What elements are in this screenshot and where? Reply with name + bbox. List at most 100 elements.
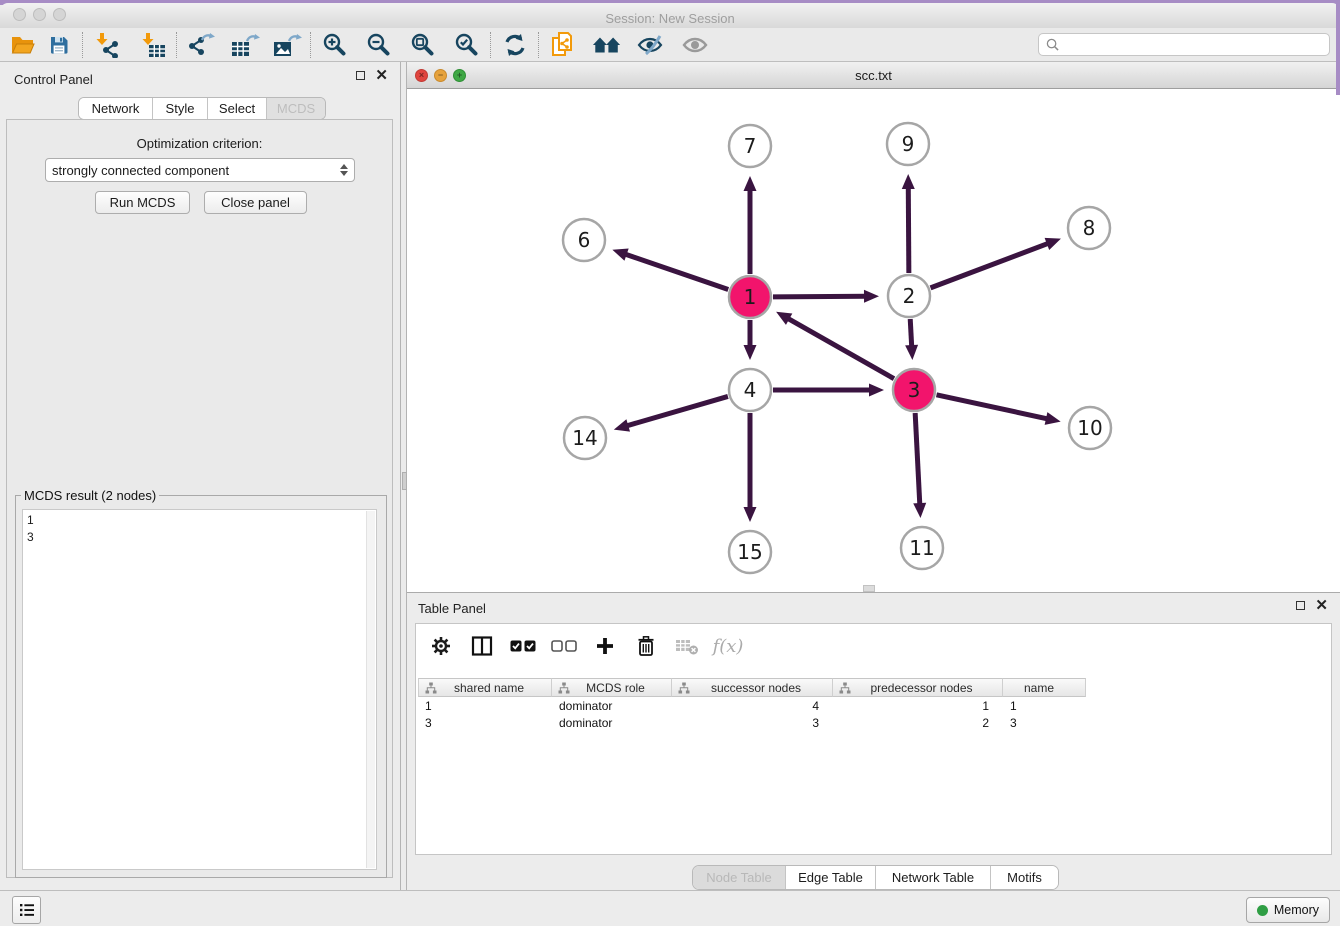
table-row[interactable]: 3dominator323	[418, 714, 1086, 731]
search-field[interactable]	[1038, 33, 1330, 56]
table-cell[interactable]: dominator	[552, 714, 672, 731]
table-cell[interactable]: 3	[1003, 714, 1086, 731]
import-network-icon[interactable]	[92, 30, 122, 60]
table-cell[interactable]: 1	[833, 697, 1003, 714]
import-table-icon[interactable]	[138, 30, 168, 60]
graph-node-label: 6	[578, 228, 591, 252]
table-panel-tabs: Node Table Edge Table Network Table Moti…	[692, 865, 1059, 890]
edge-1-6[interactable]	[624, 254, 729, 290]
tab-mcds[interactable]: MCDS	[267, 98, 325, 119]
export-network-icon[interactable]	[186, 30, 216, 60]
control-panel-float-icon[interactable]	[356, 71, 365, 80]
table-panel-close-icon[interactable]: ✕	[1315, 601, 1328, 610]
edge-3-10[interactable]	[936, 395, 1048, 419]
network-resize-grip[interactable]	[863, 585, 875, 592]
table-cell[interactable]: 3	[418, 714, 552, 731]
tab-style[interactable]: Style	[153, 98, 208, 119]
task-history-button[interactable]	[12, 896, 41, 924]
column-hierarchy-icon	[425, 682, 437, 694]
control-panel-close-icon[interactable]: ✕	[375, 71, 388, 80]
tab-network-table[interactable]: Network Table	[876, 866, 991, 889]
first-neighbors-icon[interactable]	[592, 30, 622, 60]
edge-2-8[interactable]	[931, 243, 1050, 288]
table-panel-float-icon[interactable]	[1296, 601, 1305, 610]
graph-node-label: 9	[902, 132, 915, 156]
criterion-select[interactable]: strongly connected component	[45, 158, 355, 182]
edge-2-9[interactable]	[908, 186, 909, 273]
table-cell[interactable]: dominator	[552, 697, 672, 714]
edge-arrowhead	[1045, 238, 1061, 250]
save-session-icon[interactable]	[44, 30, 74, 60]
open-session-icon[interactable]	[8, 30, 38, 60]
table-cell[interactable]: 1	[1003, 697, 1086, 714]
delete-column-trash-icon[interactable]	[633, 633, 659, 659]
table-cell[interactable]: 1	[418, 697, 552, 714]
close-panel-button[interactable]: Close panel	[204, 191, 307, 214]
toolbar-separator	[538, 32, 540, 58]
export-image-icon[interactable]	[272, 30, 302, 60]
network-view-window: × − + scc.txt 7968124314101511	[407, 62, 1340, 592]
column-header-MCDS-role[interactable]: MCDS role	[552, 678, 672, 697]
graph-node-label: 15	[737, 540, 762, 564]
select-all-checks-icon[interactable]	[510, 633, 536, 659]
graph-node-label: 3	[908, 378, 921, 402]
edge-arrowhead	[905, 345, 918, 360]
mcds-result-textarea[interactable]: 13	[22, 509, 377, 870]
run-mcds-button[interactable]: Run MCDS	[95, 191, 190, 214]
result-scrollbar[interactable]	[366, 511, 375, 868]
window-title: Session: New Session	[0, 11, 1340, 26]
export-table-icon[interactable]	[230, 30, 260, 60]
tab-node-table[interactable]: Node Table	[693, 866, 786, 889]
status-bar: Memory	[0, 890, 1340, 926]
column-header-predecessor-nodes[interactable]: predecessor nodes	[833, 678, 1003, 697]
criterion-select-value: strongly connected component	[52, 163, 229, 178]
function-builder-icon[interactable]: f(x)	[715, 633, 741, 659]
tab-select[interactable]: Select	[208, 98, 267, 119]
toolbar-separator	[176, 32, 178, 58]
tab-network[interactable]: Network	[79, 98, 153, 119]
column-header-shared-name[interactable]: shared name	[418, 678, 552, 697]
table-cell[interactable]: 4	[672, 697, 833, 714]
panel-divider[interactable]	[400, 62, 407, 890]
mcds-result-title: MCDS result (2 nodes)	[21, 488, 159, 503]
zoom-out-icon[interactable]	[364, 30, 394, 60]
edge-arrowhead	[864, 290, 879, 303]
graph-node-label: 10	[1077, 416, 1102, 440]
edge-3-1[interactable]	[787, 318, 894, 379]
edge-arrowhead	[913, 503, 926, 518]
tab-edge-table[interactable]: Edge Table	[786, 866, 876, 889]
deselect-all-checks-icon[interactable]	[551, 633, 577, 659]
add-column-icon[interactable]	[592, 633, 618, 659]
duplicate-network-icon[interactable]	[548, 30, 578, 60]
graph-node-label: 11	[909, 536, 934, 560]
search-input[interactable]	[1064, 37, 1329, 53]
show-all-eye-icon[interactable]	[680, 30, 710, 60]
network-canvas[interactable]: 7968124314101511	[407, 89, 1340, 592]
column-hierarchy-icon	[558, 682, 570, 694]
edge-3-11[interactable]	[915, 413, 920, 506]
mcds-panel: Optimization criterion: strongly connect…	[6, 119, 393, 878]
table-cell[interactable]: 2	[833, 714, 1003, 731]
hide-selected-eye-icon[interactable]	[636, 30, 666, 60]
column-header-successor-nodes[interactable]: successor nodes	[672, 678, 833, 697]
refresh-layout-icon[interactable]	[500, 30, 530, 60]
column-header-name[interactable]: name	[1003, 678, 1086, 697]
memory-label: Memory	[1274, 903, 1319, 917]
table-cell[interactable]: 3	[672, 714, 833, 731]
edge-2-3[interactable]	[910, 319, 912, 348]
main-titlebar: Session: New Session	[0, 3, 1340, 29]
toolbar-separator	[82, 32, 84, 58]
column-layout-icon[interactable]	[469, 633, 495, 659]
graph-node-label: 2	[903, 284, 916, 308]
memory-button[interactable]: Memory	[1246, 897, 1330, 923]
zoom-fit-icon[interactable]	[408, 30, 438, 60]
settings-gear-icon[interactable]	[428, 633, 454, 659]
edge-4-14[interactable]	[625, 396, 728, 426]
zoom-selected-icon[interactable]	[452, 30, 482, 60]
tab-motifs[interactable]: Motifs	[991, 866, 1058, 889]
delete-table-icon[interactable]	[674, 633, 700, 659]
zoom-in-icon[interactable]	[320, 30, 350, 60]
edge-arrowhead	[902, 174, 915, 189]
table-row[interactable]: 1dominator411	[418, 697, 1086, 714]
edge-1-2[interactable]	[773, 296, 867, 297]
